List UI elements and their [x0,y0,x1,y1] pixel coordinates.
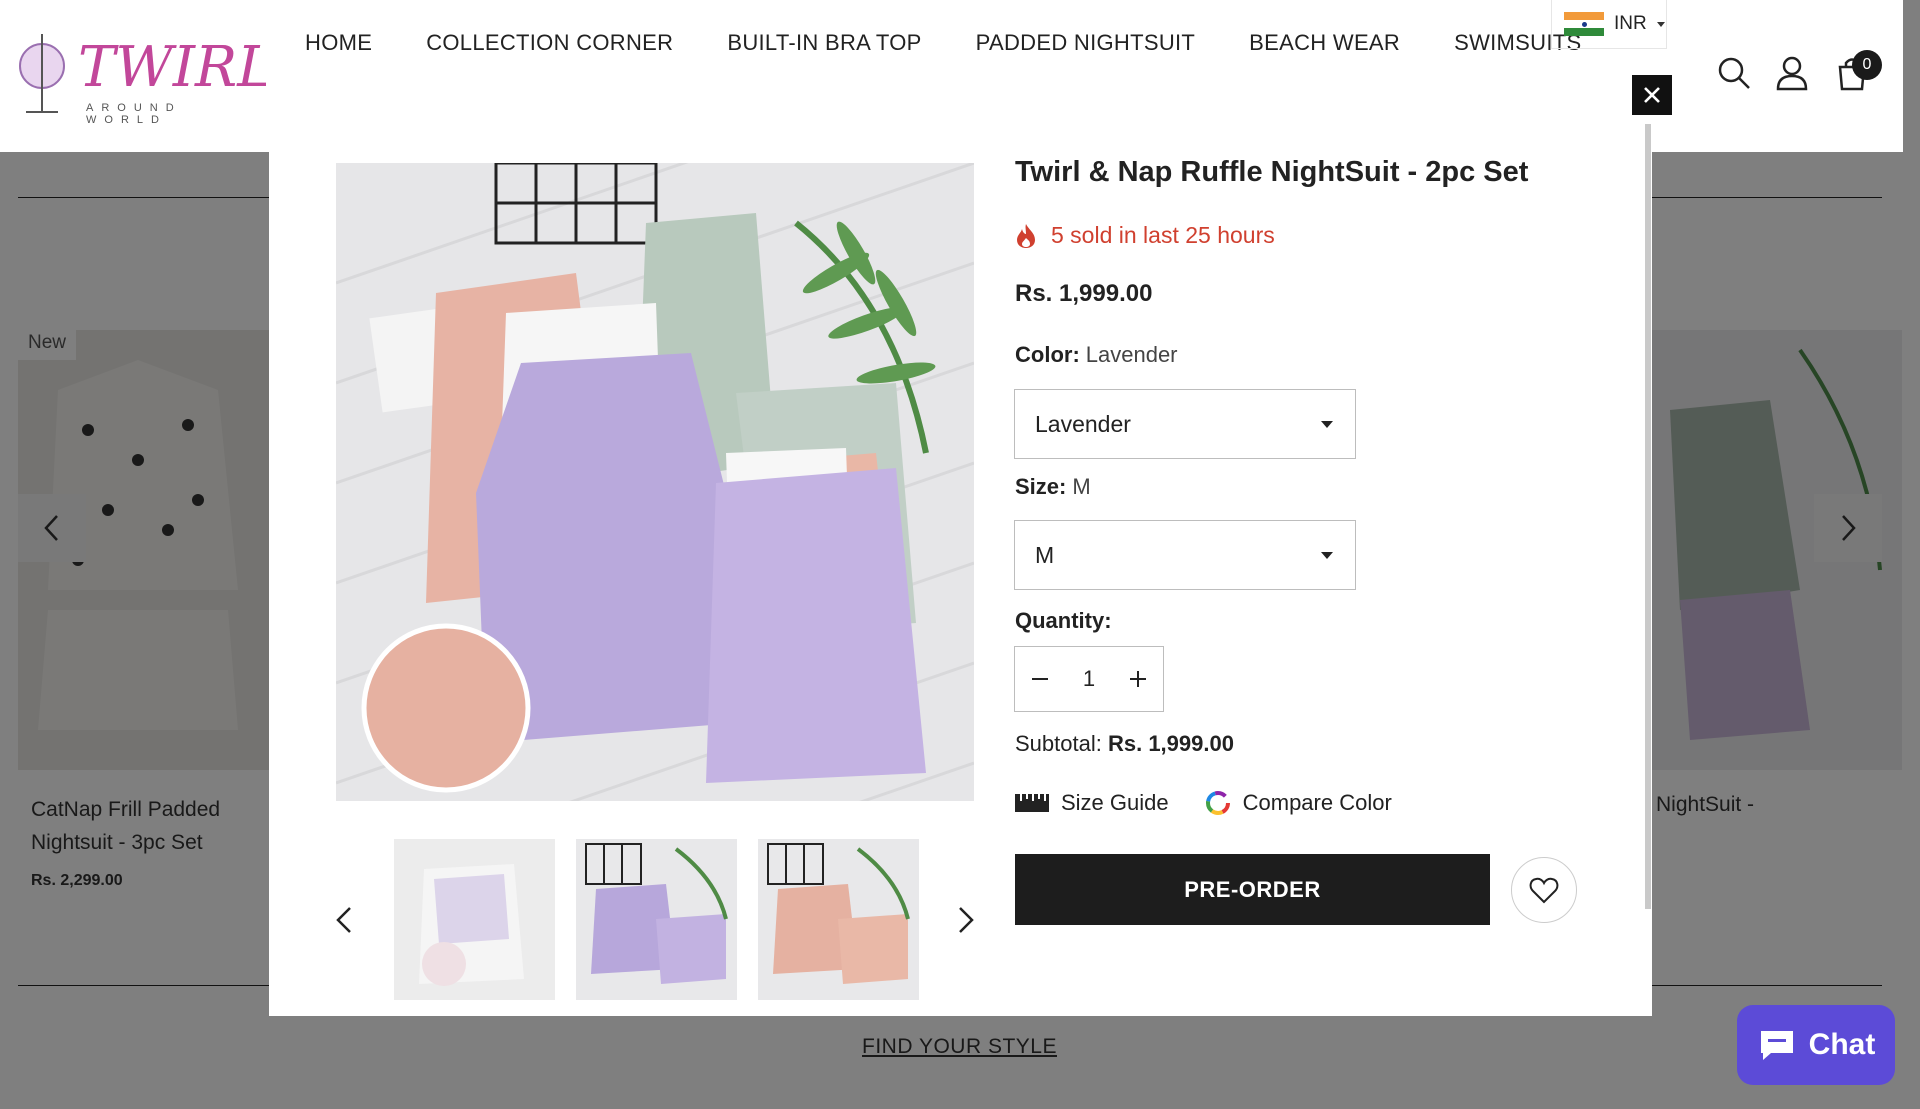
product-thumbnail[interactable] [394,839,555,1000]
subtotal: Subtotal: Rs. 1,999.00 [1015,731,1234,757]
size-option-label: Size: M [1015,474,1091,500]
color-value: Lavender [1085,342,1178,367]
color-select-value: Lavender [1035,410,1131,437]
logo-subtitle: AROUND WORLD [86,102,182,126]
close-icon [1644,87,1660,103]
color-option-label: Color: Lavender [1015,342,1178,368]
product-main-image[interactable] [336,163,974,801]
quantity-stepper: 1 [1014,646,1164,712]
caret-down-icon [1656,21,1665,27]
size-label: Size: [1015,474,1067,499]
nav-padded-nightsuit[interactable]: PADDED NIGHTSUIT [976,30,1196,56]
product-price: Rs. 1,999.00 [1015,280,1153,307]
plus-icon[interactable] [1129,670,1147,688]
sold-text: 5 sold in last 25 hours [1051,222,1275,248]
product-title: Twirl & Nap Ruffle NightSuit - 2pc Set [1015,156,1529,188]
color-label: Color: [1015,342,1080,367]
chevron-left-icon[interactable] [330,905,360,935]
quantity-label: Quantity: [1015,608,1112,634]
chat-button[interactable]: Chat [1737,1005,1895,1085]
india-flag-icon [1564,12,1604,36]
product-tools: Size Guide Compare Color [1015,790,1392,816]
color-wheel-icon [1205,791,1230,815]
size-value: M [1072,474,1091,499]
product-thumbnail[interactable] [758,839,919,1000]
size-select[interactable]: M [1014,520,1356,590]
search-icon[interactable] [1716,55,1752,91]
wishlist-button[interactable] [1511,857,1577,923]
chevron-right-icon[interactable] [950,905,980,935]
quantity-label-text: Quantity: [1015,608,1112,633]
modal-scrollbar[interactable] [1645,124,1651,909]
nav-built-in-bra-top[interactable]: BUILT-IN BRA TOP [727,30,921,56]
site-logo[interactable]: TWIRL AROUND WORLD [16,24,274,126]
pre-order-button[interactable]: PRE-ORDER [1015,854,1490,925]
nav-collection-corner[interactable]: COLLECTION CORNER [426,30,673,56]
close-button[interactable] [1632,75,1672,115]
chat-label: Chat [1808,1028,1876,1061]
svg-text:TWIRL: TWIRL [78,35,266,100]
currency-code: INR [1614,13,1647,34]
ruler-icon [1015,794,1049,812]
heart-icon [1529,877,1559,904]
size-guide-link[interactable]: Size Guide [1061,790,1169,816]
color-select[interactable]: Lavender [1014,389,1356,459]
product-thumbnail[interactable] [576,839,737,1000]
compare-color-link[interactable]: Compare Color [1243,790,1392,816]
caret-down-icon [1321,552,1333,559]
account-icon[interactable] [1774,55,1810,91]
size-select-value: M [1035,541,1055,568]
sold-count: 5 sold in last 25 hours [1015,222,1275,249]
nav-beach-wear[interactable]: BEACH WEAR [1249,30,1400,56]
nav-home[interactable]: HOME [305,30,372,56]
scrollbar-gutter [1903,0,1920,152]
caret-down-icon [1321,421,1333,428]
main-nav: HOME COLLECTION CORNER BUILT-IN BRA TOP … [305,30,1635,56]
subtotal-value: Rs. 1,999.00 [1107,731,1234,756]
chat-bubble-icon [1760,1031,1793,1060]
currency-selector[interactable]: INR [1551,0,1667,49]
cart-count-badge: 0 [1852,50,1882,80]
minus-icon[interactable] [1031,670,1049,688]
subtotal-label: Subtotal: [1015,731,1102,756]
quantity-input[interactable]: 1 [1083,666,1095,692]
fire-icon [1017,223,1035,248]
